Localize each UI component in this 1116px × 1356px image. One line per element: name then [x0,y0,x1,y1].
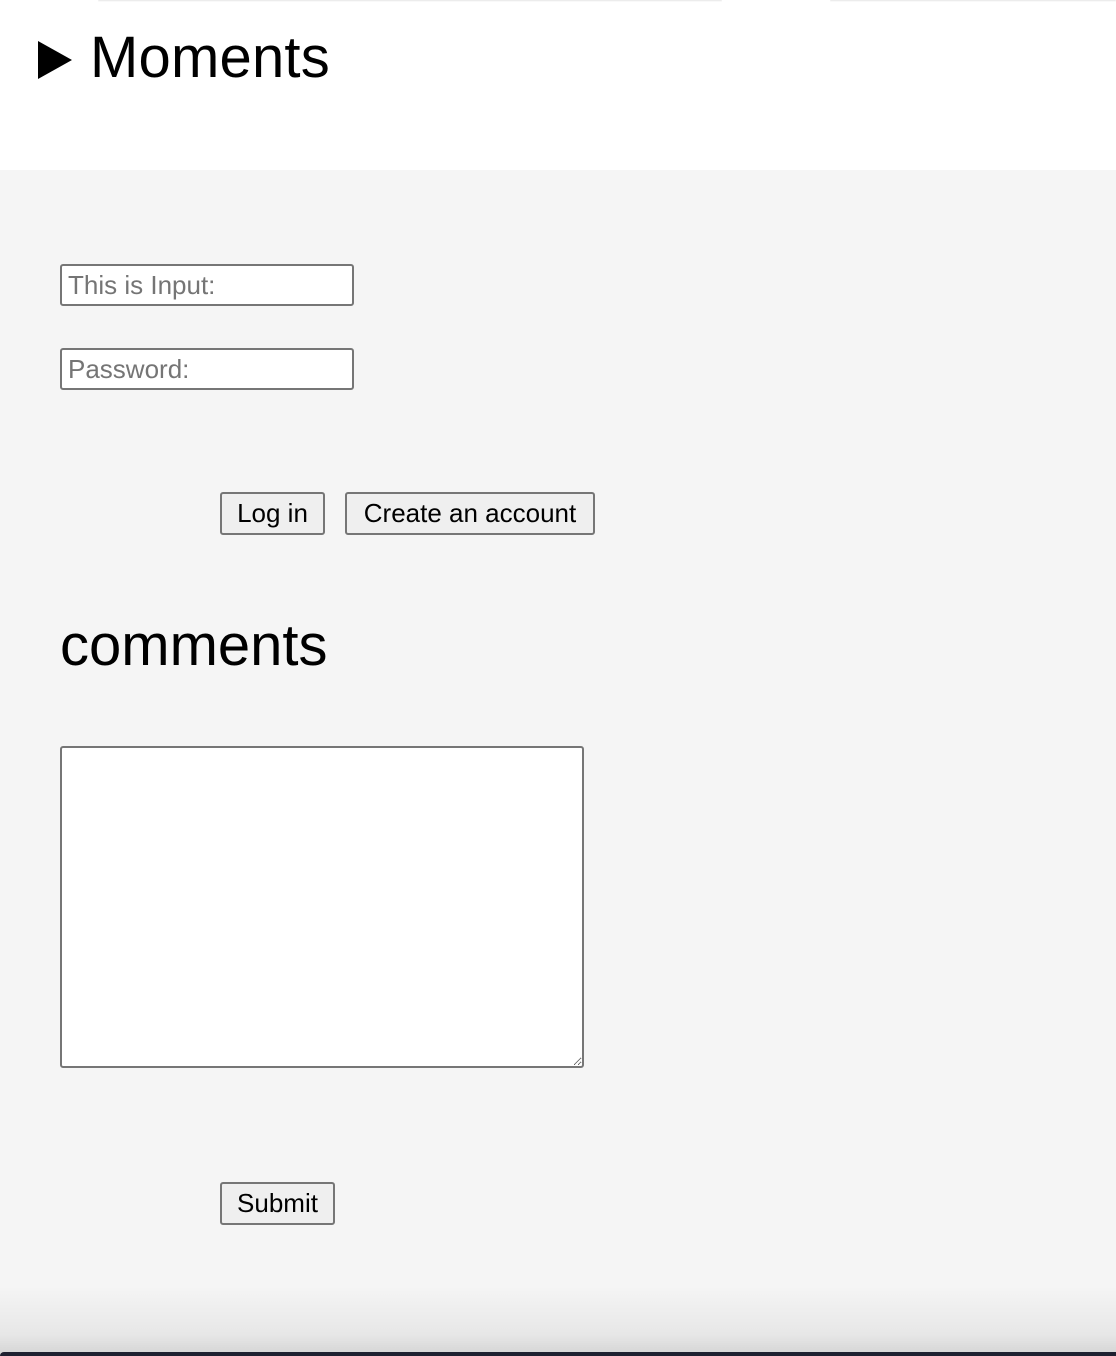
details-header: Moments [0,0,1116,170]
create-account-button[interactable]: Create an account [345,492,595,535]
top-shadow [90,0,1116,3]
comment-textarea[interactable] [60,746,584,1068]
triangle-right-icon[interactable] [38,41,72,79]
moments-title[interactable]: Moments [90,26,330,90]
comments-heading: comments [60,613,328,678]
bottom-shadow [0,1286,1116,1356]
page: Moments Log in Create an account comment… [0,0,1116,1356]
moments-summary[interactable]: Moments [38,26,330,90]
submit-button[interactable]: Submit [220,1182,335,1225]
window-bottom-edge [0,1352,1116,1356]
username-input[interactable] [60,264,354,306]
login-button[interactable]: Log in [220,492,325,535]
main-panel: Log in Create an account comments Submit [0,170,1116,1356]
password-input[interactable] [60,348,354,390]
